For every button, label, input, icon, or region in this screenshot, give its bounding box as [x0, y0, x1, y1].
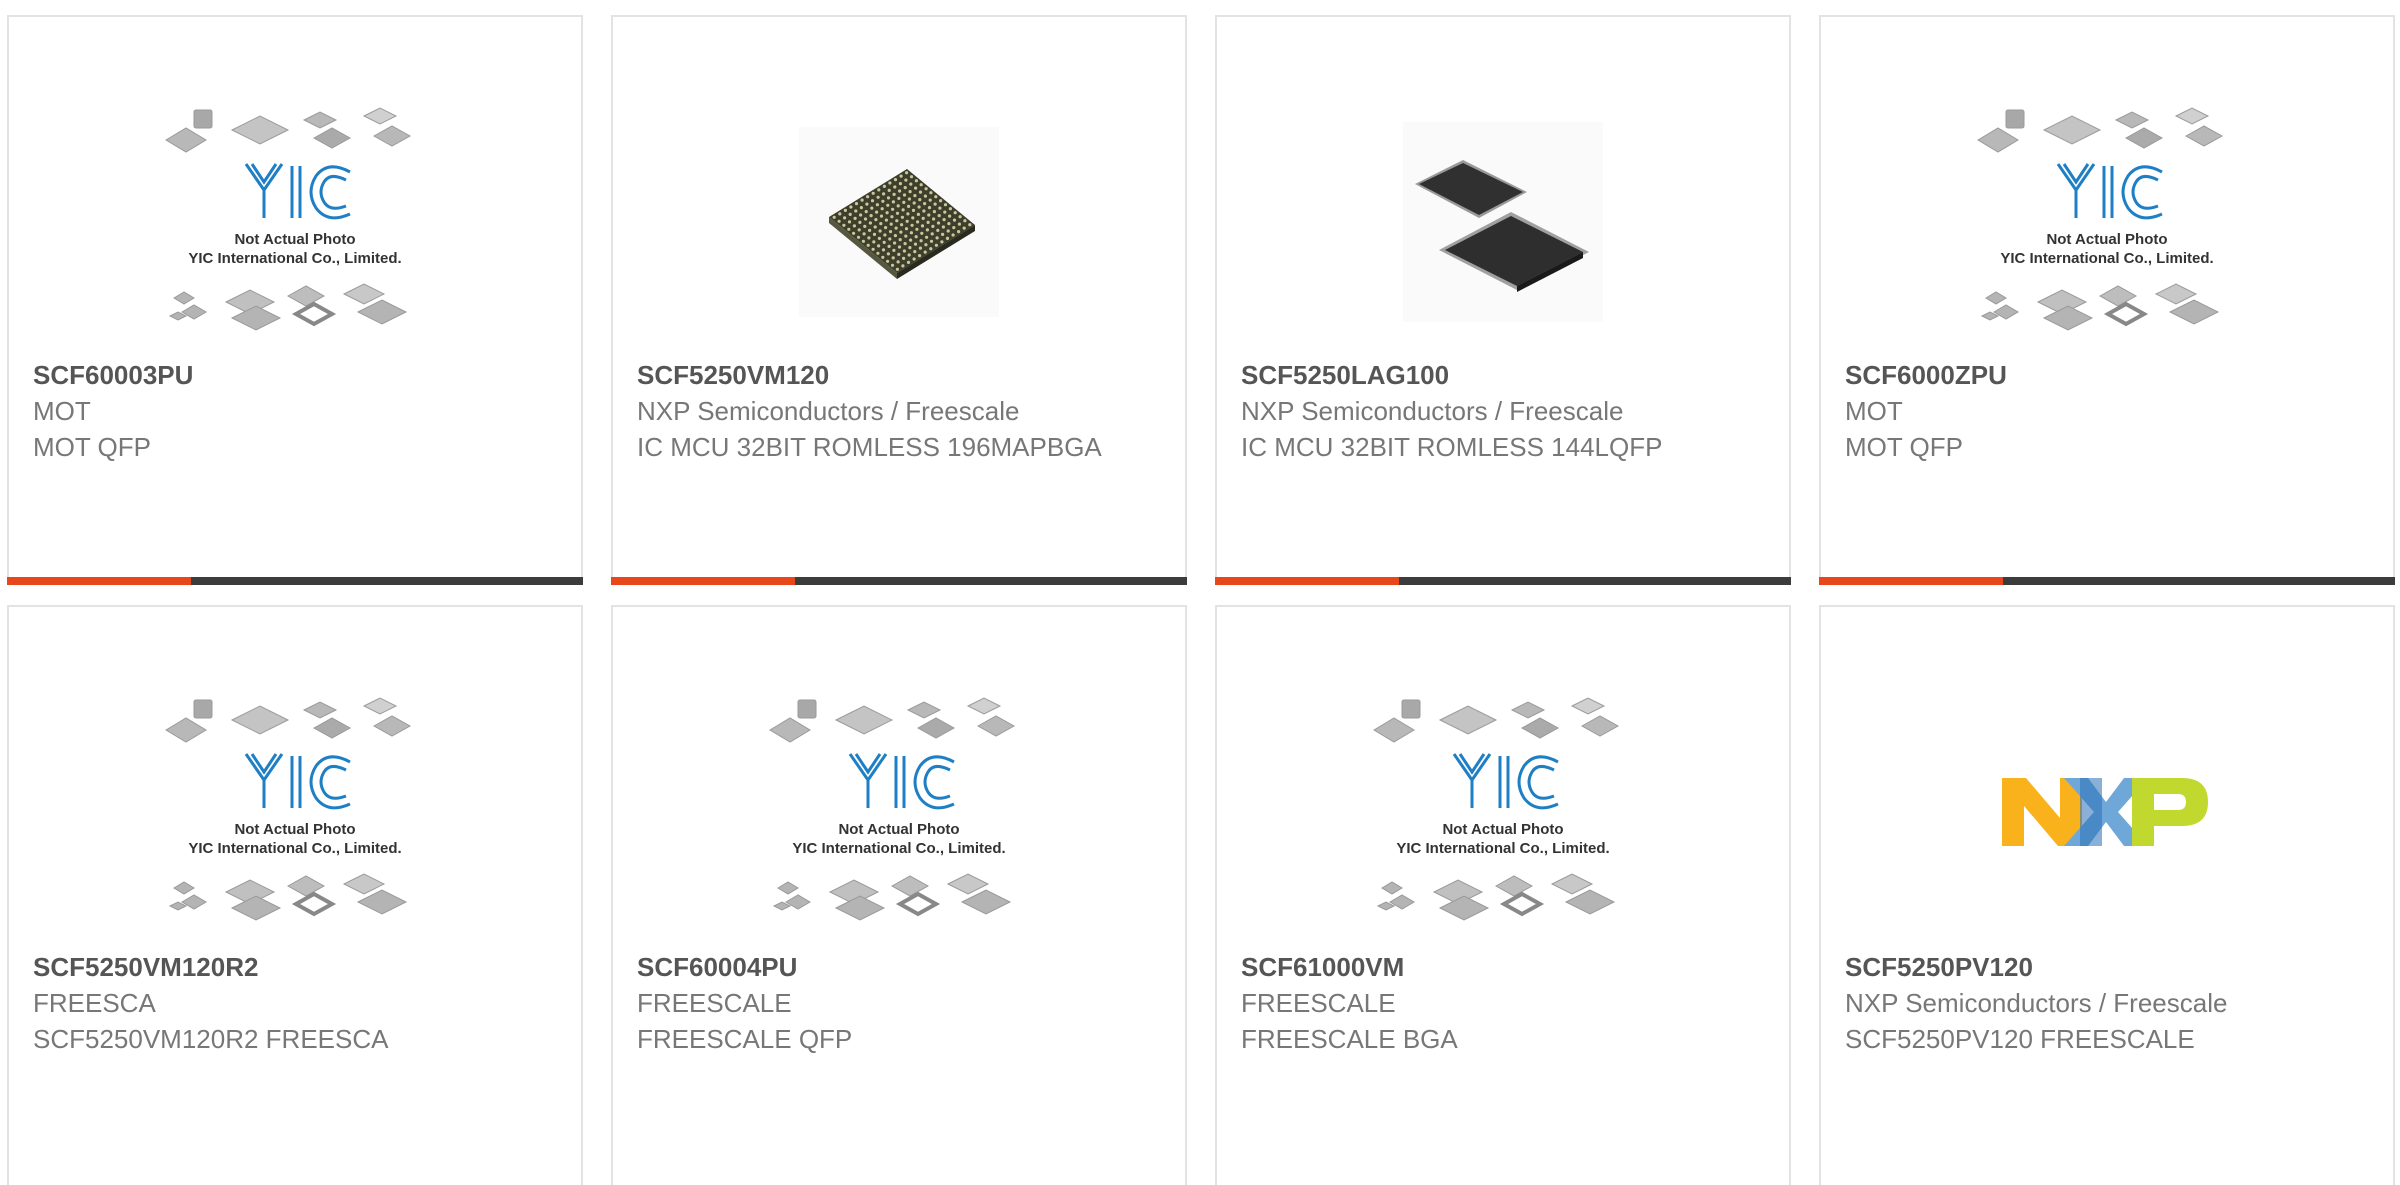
part-number-link[interactable]: SCF60003PU	[33, 357, 561, 393]
product-image[interactable]: Not Actual Photo YIC International Co., …	[9, 87, 581, 357]
svg-text:Not Actual Photo: Not Actual Photo	[234, 231, 355, 248]
product-info: SCF5250VM120 NXP Semiconductors / Freesca…	[637, 357, 1165, 465]
product-info: SCF6000ZPU MOT MOT QFP	[1845, 357, 2373, 465]
yic-placeholder-image: Not Actual Photo YIC International Co., …	[165, 697, 412, 921]
product-info: SCF5250PV120 NXP Semiconductors / Freesca…	[1845, 949, 2373, 1057]
part-number-link[interactable]: SCF6000ZPU	[1845, 357, 2373, 393]
product-image[interactable]	[613, 87, 1185, 357]
yic-placeholder-image: Not Actual Photo YIC International Co., …	[769, 697, 1016, 921]
description-text: MOT QFP	[1845, 432, 1963, 462]
description-text: FREESCALE QFP	[637, 1024, 853, 1054]
svg-text:Not Actual Photo: Not Actual Photo	[2046, 231, 2167, 248]
product-card[interactable]: Not Actual Photo YIC International Co., …	[7, 605, 583, 1185]
card-accent-highlight	[7, 577, 191, 585]
description-text: IC MCU 32BIT ROMLESS 196MAPBGA	[637, 432, 1102, 462]
manufacturer-text: NXP Semiconductors / Freescale	[1241, 396, 1624, 426]
card-accent-highlight	[611, 577, 795, 585]
manufacturer-text: FREESCALE	[1241, 988, 1396, 1018]
description-text: MOT QFP	[33, 432, 151, 462]
product-info: SCF60003PU MOT MOT QFP	[33, 357, 561, 465]
nxp-logo	[2002, 778, 2208, 846]
svg-text:YIC International Co., Limited: YIC International Co., Limited.	[1396, 840, 1609, 857]
product-image[interactable]: Not Actual Photo YIC International Co., …	[1821, 87, 2393, 357]
description-text: SCF5250VM120R2 FREESCA	[33, 1024, 389, 1054]
svg-text:YIC International Co., Limited: YIC International Co., Limited.	[188, 840, 401, 857]
product-card[interactable]: SCF5250LAG100 NXP Semiconductors / Freesc…	[1215, 15, 1791, 585]
product-card[interactable]: Not Actual Photo YIC International Co., …	[1819, 15, 2395, 585]
manufacturer-text: NXP Semiconductors / Freescale	[637, 396, 1020, 426]
description-text: IC MCU 32BIT ROMLESS 144LQFP	[1241, 432, 1663, 462]
product-card[interactable]: Not Actual Photo YIC International Co., …	[611, 605, 1187, 1185]
svg-text:Not Actual Photo: Not Actual Photo	[838, 821, 959, 838]
manufacturer-text: NXP Semiconductors / Freescale	[1845, 988, 2228, 1018]
manufacturer-text: FREESCA	[33, 988, 156, 1018]
svg-text:Not Actual Photo: Not Actual Photo	[234, 821, 355, 838]
card-accent-highlight	[1819, 577, 2003, 585]
part-number-link[interactable]: SCF60004PU	[637, 949, 1165, 985]
part-number-link[interactable]: SCF5250VM120R2	[33, 949, 561, 985]
card-accent-bar	[611, 577, 1187, 585]
product-image[interactable]	[1821, 677, 2393, 947]
product-card[interactable]: Not Actual Photo YIC International Co., …	[7, 15, 583, 585]
lqfp-chip-image	[1403, 122, 1603, 322]
manufacturer-text: FREESCALE	[637, 988, 792, 1018]
card-accent-bar	[1819, 577, 2395, 585]
product-info: SCF5250LAG100 NXP Semiconductors / Freesc…	[1241, 357, 1769, 465]
description-text: FREESCALE BGA	[1241, 1024, 1458, 1054]
product-image[interactable]: Not Actual Photo YIC International Co., …	[1217, 677, 1789, 947]
svg-text:YIC International Co., Limited: YIC International Co., Limited.	[2000, 250, 2213, 267]
product-card[interactable]: Not Actual Photo YIC International Co., …	[1215, 605, 1791, 1185]
manufacturer-text: MOT	[1845, 396, 1903, 426]
yic-placeholder-image: Not Actual Photo YIC International Co., …	[165, 107, 412, 331]
product-image[interactable]: Not Actual Photo YIC International Co., …	[9, 677, 581, 947]
svg-text:YIC International Co., Limited: YIC International Co., Limited.	[188, 250, 401, 267]
card-accent-highlight	[1215, 577, 1399, 585]
product-image[interactable]: Not Actual Photo YIC International Co., …	[613, 677, 1185, 947]
product-card[interactable]: SCF5250PV120 NXP Semiconductors / Freesca…	[1819, 605, 2395, 1185]
part-number-link[interactable]: SCF5250LAG100	[1241, 357, 1769, 393]
card-accent-bar	[1215, 577, 1791, 585]
part-number-link[interactable]: SCF61000VM	[1241, 949, 1769, 985]
card-accent-bar	[7, 577, 583, 585]
yic-placeholder-image: Not Actual Photo YIC International Co., …	[1977, 107, 2224, 331]
yic-placeholder-image: Not Actual Photo YIC International Co., …	[1373, 697, 1620, 921]
product-info: SCF61000VM FREESCALE FREESCALE BGA	[1241, 949, 1769, 1057]
svg-text:Not Actual Photo: Not Actual Photo	[1442, 821, 1563, 838]
manufacturer-text: MOT	[33, 396, 91, 426]
product-info: SCF5250VM120R2 FREESCA SCF5250VM120R2 FREE…	[33, 949, 561, 1057]
bga-chip-image	[799, 127, 999, 317]
product-image[interactable]	[1217, 87, 1789, 357]
product-card[interactable]: SCF5250VM120 NXP Semiconductors / Freesca…	[611, 15, 1187, 585]
part-number-link[interactable]: SCF5250VM120	[637, 357, 1165, 393]
product-info: SCF60004PU FREESCALE FREESCALE QFP	[637, 949, 1165, 1057]
description-text: SCF5250PV120 FREESCALE	[1845, 1024, 2195, 1054]
svg-text:YIC International Co., Limited: YIC International Co., Limited.	[792, 840, 1005, 857]
part-number-link[interactable]: SCF5250PV120	[1845, 949, 2373, 985]
